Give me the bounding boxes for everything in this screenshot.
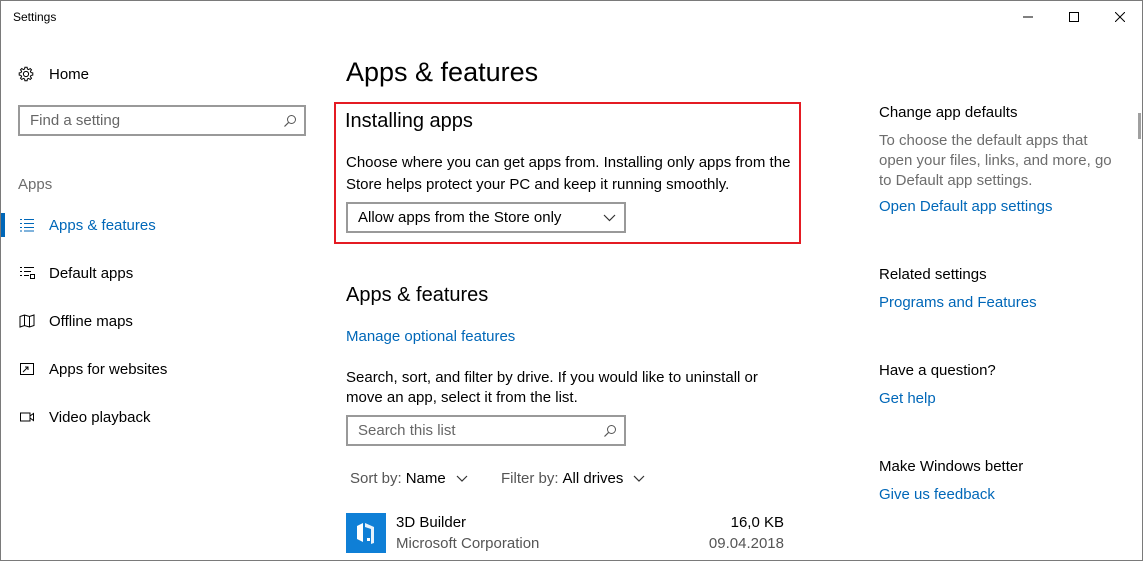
find-setting-placeholder: Find a setting <box>30 112 121 129</box>
filter-by-value: All drives <box>562 470 624 487</box>
apps-features-description-line1: Search, sort, and filter by drive. If yo… <box>346 369 758 386</box>
map-icon <box>18 312 36 330</box>
title-bar: Settings <box>1 1 1142 33</box>
minimize-button[interactable] <box>1005 1 1051 33</box>
sidebar-home[interactable]: Home <box>17 63 89 85</box>
app-date: 09.04.2018 <box>708 535 784 552</box>
change-app-defaults-line1: To choose the default apps that <box>879 132 1088 149</box>
close-icon <box>1115 12 1125 22</box>
3d-builder-icon <box>346 513 386 553</box>
search-icon[interactable] <box>596 424 624 438</box>
sort-by-label: Sort by: <box>350 470 402 487</box>
install-source-value: Allow apps from the Store only <box>358 209 562 226</box>
home-label: Home <box>49 65 90 83</box>
close-button[interactable] <box>1097 1 1142 33</box>
maximize-icon <box>1069 12 1079 22</box>
find-setting-input[interactable]: Find a setting <box>18 105 306 136</box>
sidebar-item-offline-maps[interactable]: Offline maps <box>1 301 321 341</box>
search-list-input[interactable]: Search this list <box>346 415 626 446</box>
sidebar-item-label: Apps & features <box>49 216 156 234</box>
sidebar-item-default-apps[interactable]: Default apps <box>1 253 321 293</box>
apps-features-description-line2: move an app, select it from the list. <box>346 389 578 406</box>
sidebar-item-label: Apps for websites <box>49 360 168 378</box>
gear-icon <box>17 65 35 83</box>
manage-optional-features-link[interactable]: Manage optional features <box>346 328 515 345</box>
installing-apps-heading: Installing apps <box>345 110 473 132</box>
change-app-defaults-heading: Change app defaults <box>879 104 1018 121</box>
filter-by-label: Filter by: <box>501 470 559 487</box>
sidebar-section-apps: Apps <box>18 176 53 193</box>
video-icon <box>18 408 36 426</box>
give-us-feedback-link[interactable]: Give us feedback <box>879 486 995 503</box>
installing-apps-description-line2: Store helps protect your PC and keep it … <box>346 176 730 193</box>
list-icon <box>18 216 36 234</box>
sort-by-value: Name <box>405 470 446 487</box>
get-help-link[interactable]: Get help <box>879 390 936 407</box>
make-windows-better-heading: Make Windows better <box>879 458 1024 475</box>
have-a-question-heading: Have a question? <box>879 362 996 379</box>
chevron-down-icon <box>594 214 624 222</box>
change-app-defaults-line3: to Default app settings. <box>879 172 1033 189</box>
installing-apps-description-line1: Choose where you can get apps from. Inst… <box>346 154 791 171</box>
page-title: Apps & features <box>346 57 539 87</box>
minimize-icon <box>1023 16 1033 18</box>
app-list-item[interactable]: 3D Builder Microsoft Corporation 16,0 KB… <box>346 511 786 557</box>
open-default-app-settings-link[interactable]: Open Default app settings <box>879 198 1052 215</box>
filter-by-dropdown[interactable]: Filter by: All drives <box>501 470 645 487</box>
programs-and-features-link[interactable]: Programs and Features <box>879 294 1037 311</box>
app-size: 16,0 KB <box>730 514 784 531</box>
scrollbar-thumb[interactable] <box>1138 113 1141 139</box>
change-app-defaults-line2: open your files, links, and more, go <box>879 152 1112 169</box>
related-settings-heading: Related settings <box>879 266 987 283</box>
sidebar-item-label: Default apps <box>49 264 134 282</box>
sort-by-dropdown[interactable]: Sort by: Name <box>350 470 468 487</box>
maximize-button[interactable] <box>1051 1 1097 33</box>
app-publisher: Microsoft Corporation <box>396 535 540 552</box>
sidebar-item-label: Offline maps <box>49 312 133 330</box>
chevron-down-icon <box>456 475 468 482</box>
app-name: 3D Builder <box>396 514 467 531</box>
search-list-placeholder: Search this list <box>358 422 456 439</box>
chevron-down-icon <box>633 475 645 482</box>
apps-features-heading: Apps & features <box>346 284 489 306</box>
install-source-dropdown[interactable]: Allow apps from the Store only <box>346 202 626 233</box>
default-apps-icon <box>18 264 36 282</box>
search-icon[interactable] <box>276 114 304 128</box>
settings-window: Settings Home Find a setting Apps Apps &… <box>0 0 1143 561</box>
sidebar-item-video-playback[interactable]: Video playback <box>1 397 321 437</box>
window-title: Settings <box>13 10 57 24</box>
sidebar-item-apps-for-websites[interactable]: Apps for websites <box>1 349 321 389</box>
open-external-icon <box>18 360 36 378</box>
sidebar-item-label: Video playback <box>49 408 151 426</box>
sidebar-item-apps-features[interactable]: Apps & features <box>1 205 321 245</box>
